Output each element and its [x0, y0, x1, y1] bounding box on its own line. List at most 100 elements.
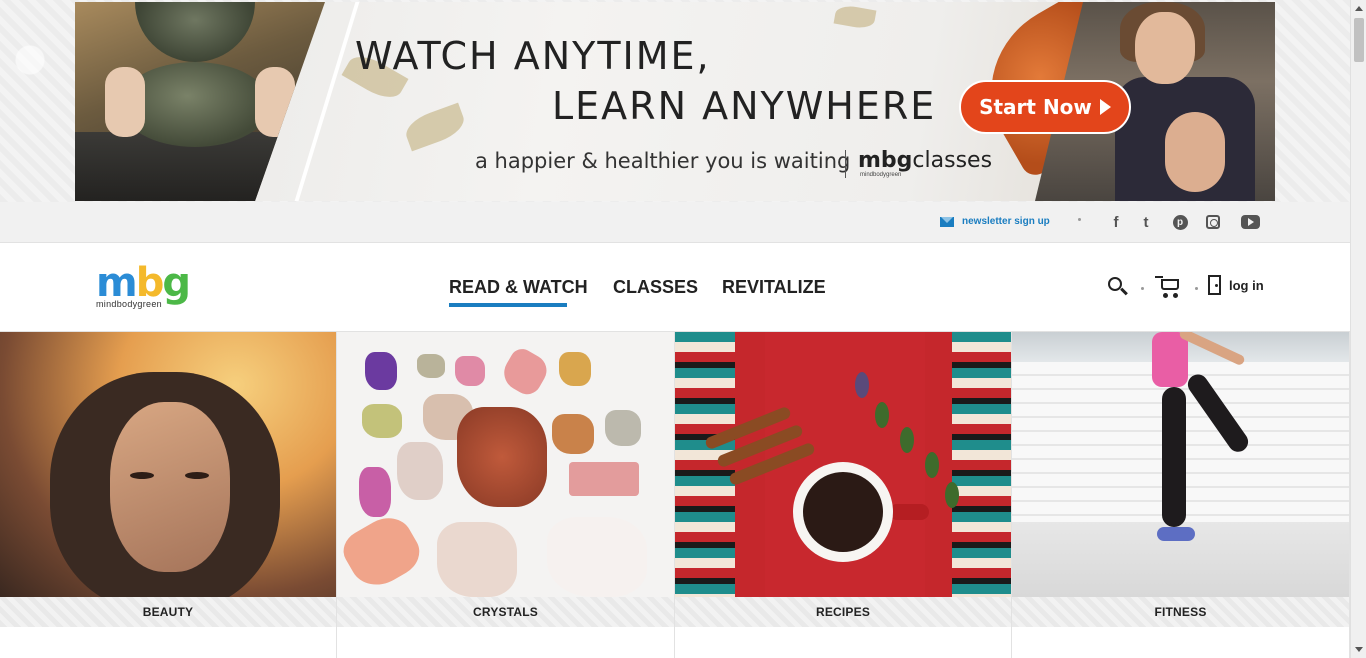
cart-wheel: [1173, 293, 1178, 298]
youtube-glyph: [1240, 215, 1260, 229]
category-tile-beauty[interactable]: BEAUTY: [0, 332, 337, 658]
crystal-shape: [397, 442, 443, 500]
banner-brand-small: mindbodygreen: [860, 172, 902, 178]
crystal-shape: [365, 352, 397, 390]
herb-leaf: [945, 482, 959, 508]
category-label: CRYSTALS: [473, 605, 538, 619]
fitness-standing-leg: [1162, 387, 1186, 527]
banner-headline-line2: LEARN ANYWHERE: [552, 84, 937, 128]
banner-brand: mbgclasses: [858, 148, 992, 173]
fitness-top: [1152, 332, 1188, 387]
separator-dot: [1141, 287, 1144, 290]
pinterest-glyph: p: [1172, 214, 1188, 230]
category-label: RECIPES: [815, 605, 871, 619]
crystal-shape: [497, 344, 553, 400]
crystal-shape: [547, 517, 647, 597]
instagram-icon[interactable]: [1203, 212, 1223, 232]
crystal-shape: [455, 356, 485, 386]
category-label-bar: FITNESS: [1012, 597, 1349, 627]
category-label-bar: CRYSTALS: [337, 597, 674, 627]
separator-dot: [1078, 218, 1081, 221]
instagram-glyph: [1206, 215, 1220, 229]
logo-g: g: [162, 260, 191, 306]
main-nav: mbg mindbodygreen READ & WATCH CLASSES R…: [0, 242, 1350, 332]
beauty-eye-shape: [130, 472, 154, 479]
active-nav-underline: [449, 303, 567, 307]
scroll-up-arrow-icon[interactable]: [1355, 6, 1363, 11]
cup-coffee: [803, 472, 883, 552]
banner-divider: [845, 150, 846, 178]
crystal-shape: [417, 354, 445, 378]
beauty-eye-shape: [185, 472, 209, 479]
banner-headline-line1: WATCH ANYTIME,: [355, 34, 711, 78]
crystal-shape: [569, 462, 639, 496]
search-handle: [1120, 287, 1128, 296]
cart-handle: [1155, 276, 1163, 278]
category-label-bar: RECIPES: [675, 597, 1011, 627]
vertical-scrollbar[interactable]: [1350, 0, 1366, 658]
banner-brand-bold: mbg: [858, 148, 913, 173]
beauty-face-shape: [110, 402, 230, 572]
mbg-logo[interactable]: mbg mindbodygreen: [96, 260, 191, 309]
category-tile-crystals[interactable]: CRYSTALS: [337, 332, 675, 658]
twitter-icon[interactable]: t: [1136, 212, 1156, 232]
crystal-shape: [552, 414, 594, 454]
crystals-photo: [337, 332, 674, 597]
banner-brand-rest: classes: [912, 148, 993, 173]
category-tile-fitness[interactable]: FITNESS: [1012, 332, 1350, 658]
logo-letters: mbg: [96, 260, 191, 306]
herb-leaf: [875, 402, 889, 428]
crystal-shape: [457, 407, 547, 507]
pinterest-icon[interactable]: p: [1170, 212, 1190, 232]
herb-leaf: [925, 452, 939, 478]
login-label: log in: [1229, 277, 1264, 293]
login-link[interactable]: log in: [1208, 275, 1264, 295]
crystal-shape: [605, 410, 641, 446]
start-now-label: Start Now: [979, 95, 1092, 119]
crystal-shape: [359, 467, 391, 517]
hand-right-shape: [255, 67, 295, 137]
yogi-foot-shape: [1165, 112, 1225, 192]
beauty-photo: [0, 332, 336, 597]
play-icon: [1099, 99, 1111, 115]
start-now-button[interactable]: Start Now: [959, 80, 1131, 134]
category-label: BEAUTY: [142, 605, 194, 619]
newsletter-signup-link[interactable]: newsletter sign up: [940, 216, 1050, 227]
pumpkin-top-shape: [135, 2, 255, 62]
crystal-shape: [337, 508, 428, 596]
banner-tagline: a happier & healthier you is waiting: [475, 149, 851, 173]
category-label-bar: BEAUTY: [0, 597, 336, 627]
fitness-photo: [1012, 332, 1349, 597]
cart-icon[interactable]: [1155, 274, 1183, 298]
lavender-sprig: [855, 372, 869, 398]
separator-dot: [1195, 287, 1198, 290]
promo-banner[interactable]: WATCH ANYTIME, LEARN ANYWHERE a happier …: [75, 2, 1275, 201]
fitness-shoe: [1157, 527, 1195, 541]
nav-read-watch[interactable]: READ & WATCH: [449, 277, 588, 298]
nav-revitalize[interactable]: REVITALIZE: [722, 277, 826, 298]
utility-bar: newsletter sign up f t p: [0, 202, 1350, 242]
search-icon[interactable]: [1108, 277, 1128, 297]
facebook-icon[interactable]: f: [1106, 212, 1126, 232]
youtube-icon[interactable]: [1240, 212, 1260, 232]
mail-icon: [940, 216, 954, 227]
nav-classes[interactable]: CLASSES: [613, 277, 698, 298]
door-icon: [1208, 275, 1221, 295]
leaf-decoration: [401, 102, 469, 152]
newsletter-label: newsletter sign up: [962, 216, 1050, 227]
scroll-down-arrow-icon[interactable]: [1355, 647, 1363, 652]
cart-wheel: [1163, 293, 1168, 298]
cart-basket: [1161, 279, 1179, 290]
leaf-decoration: [833, 3, 877, 31]
herb-leaf: [900, 427, 914, 453]
category-label: FITNESS: [1154, 605, 1207, 619]
rug-stripe: [952, 332, 1011, 597]
yogi-head-shape: [1135, 12, 1195, 84]
pumpkin-photo: [75, 2, 325, 201]
cup-handle: [889, 504, 929, 520]
category-tile-recipes[interactable]: RECIPES: [675, 332, 1012, 658]
crystal-shape: [362, 404, 402, 438]
crystal-shape: [559, 352, 591, 386]
recipes-photo: [675, 332, 1011, 597]
scroll-thumb[interactable]: [1354, 18, 1364, 62]
